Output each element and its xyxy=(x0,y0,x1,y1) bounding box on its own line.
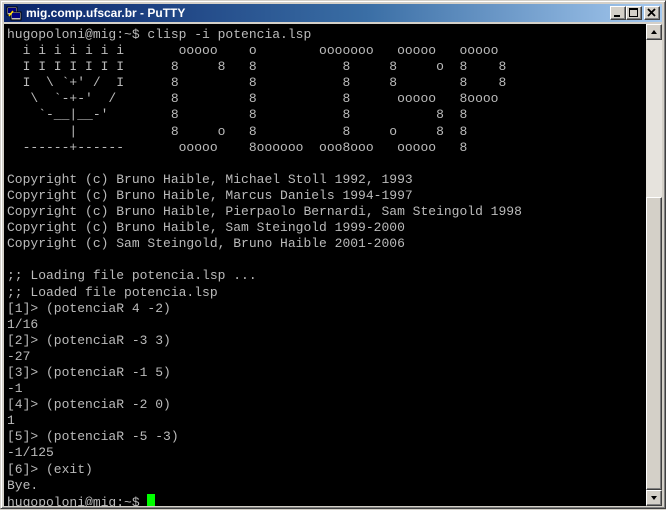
terminal-line: [2]> (potenciaR -3 3) xyxy=(7,332,171,348)
scrollbar-thumb[interactable] xyxy=(646,197,662,490)
title-bar[interactable]: mig.comp.ufscar.br - PuTTY xyxy=(4,4,662,22)
terminal-line: [3]> (potenciaR -1 5) xyxy=(7,364,171,380)
putty-window: mig.comp.ufscar.br - PuTTY hugopoloni@mi… xyxy=(0,0,666,509)
close-icon xyxy=(647,8,656,17)
terminal-line: -1 xyxy=(7,381,23,397)
terminal-line: hugopoloni@mig:~$ clisp -i potencia.lsp xyxy=(7,27,312,42)
terminal-line: I I I I I I I 8 8 8 8 8 o 8 8 xyxy=(7,59,507,75)
terminal-line: Bye. xyxy=(7,477,39,493)
terminal-line: -27 xyxy=(7,348,31,364)
terminal-line: ------+------ ooooo 8oooooo ooo8ooo oooo… xyxy=(7,139,468,155)
terminal-output: hugopoloni@mig:~$ clisp -i potencia.lsp … xyxy=(7,27,522,506)
minimize-button[interactable] xyxy=(610,6,626,20)
maximize-button[interactable] xyxy=(626,6,642,20)
terminal-line: Copyright (c) Bruno Haible, Sam Steingol… xyxy=(7,220,405,236)
terminal-line: | 8 o 8 8 o 8 8 xyxy=(7,123,468,139)
terminal-line: ;; Loaded file potencia.lsp xyxy=(7,284,218,300)
terminal-line: -1/125 xyxy=(7,445,54,461)
putty-icon[interactable] xyxy=(6,5,22,21)
window-title: mig.comp.ufscar.br - PuTTY xyxy=(26,6,186,20)
terminal-line: Copyright (c) Bruno Haible, Pierpaolo Be… xyxy=(7,204,522,220)
terminal-line: [1]> (potenciaR 4 -2) xyxy=(7,300,171,316)
close-button[interactable] xyxy=(644,6,660,20)
terminal-line: I \ `+' / I 8 8 8 8 8 8 xyxy=(7,75,507,91)
scroll-up-button[interactable] xyxy=(646,24,662,40)
maximize-icon xyxy=(629,8,638,17)
terminal-line: ;; Loading file potencia.lsp ... xyxy=(7,268,257,284)
terminal-line: Copyright (c) Bruno Haible, Marcus Danie… xyxy=(7,187,413,203)
terminal-line: Copyright (c) Sam Steingold, Bruno Haibl… xyxy=(7,236,405,252)
terminal-line: [6]> (exit) xyxy=(7,461,93,477)
terminal-line: `-__|__-' 8 8 8 8 8 xyxy=(7,107,468,123)
terminal-line: [4]> (potenciaR -2 0) xyxy=(7,397,171,413)
terminal-line: 1/16 xyxy=(7,316,39,332)
terminal-line: Copyright (c) Bruno Haible, Michael Stol… xyxy=(7,171,413,187)
scroll-down-button[interactable] xyxy=(646,490,662,506)
shell-prompt: hugopoloni@mig:~$ xyxy=(7,494,148,506)
text-cursor xyxy=(147,493,156,506)
arrow-down-icon xyxy=(651,496,657,500)
terminal-line: i i i i i i i ooooo o ooooooo ooooo oooo… xyxy=(7,43,499,59)
terminal-line: \ `-+-' / 8 8 8 ooooo 8oooo xyxy=(7,91,499,107)
terminal-line: [5]> (potenciaR -5 -3) xyxy=(7,429,179,445)
terminal-line: 1 xyxy=(7,413,15,429)
minimize-icon xyxy=(614,15,620,17)
vertical-scrollbar[interactable] xyxy=(646,24,662,506)
arrow-up-icon xyxy=(651,30,657,34)
terminal-screen[interactable]: hugopoloni@mig:~$ clisp -i potencia.lsp … xyxy=(4,24,646,506)
